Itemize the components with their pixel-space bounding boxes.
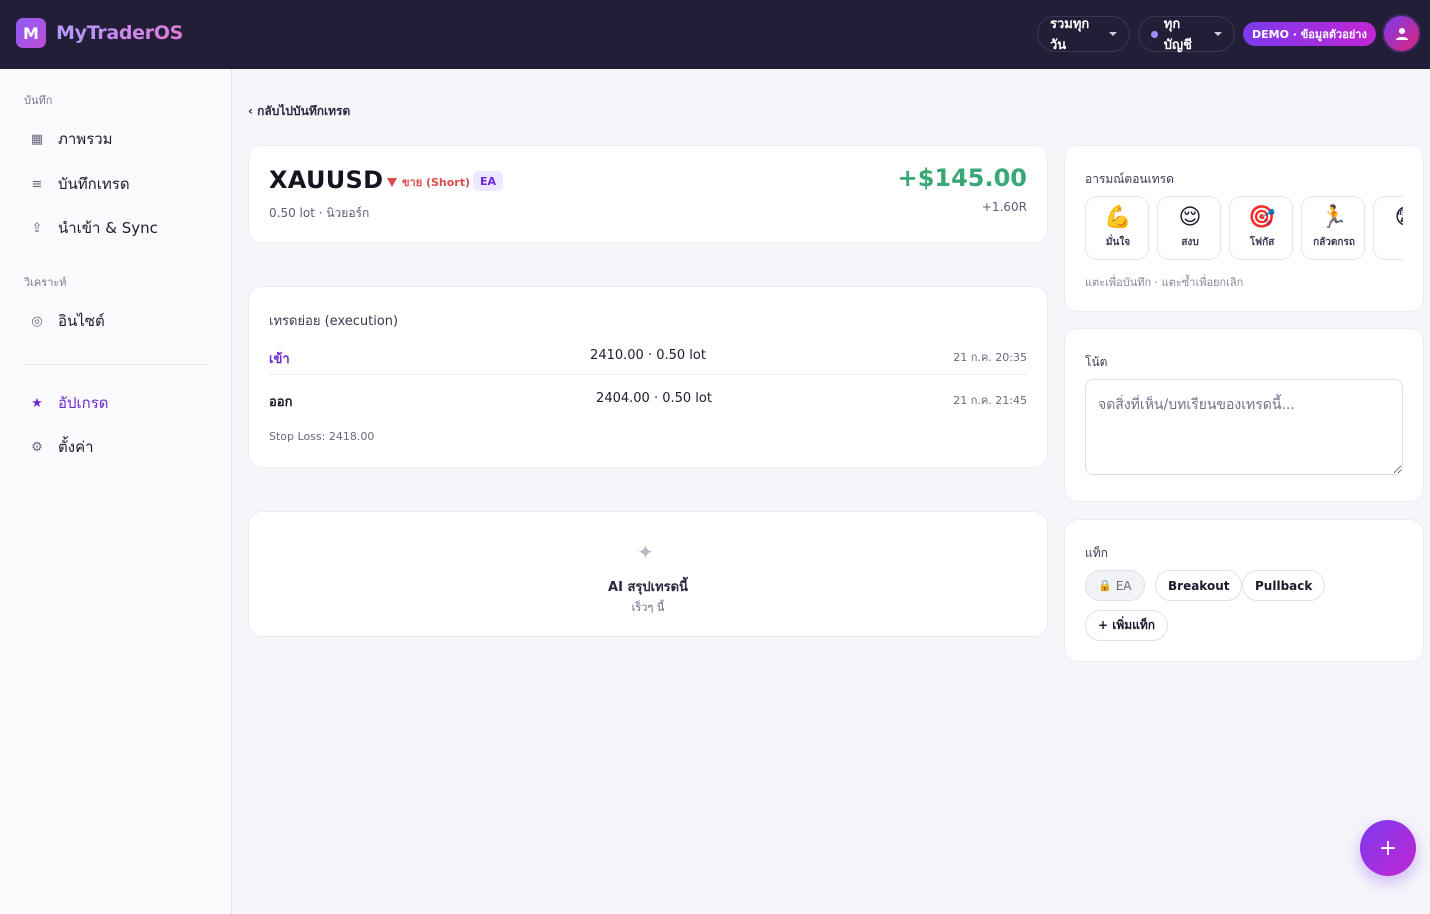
direction-badge: ขาย (Short) (387, 173, 470, 191)
add-trade-fab[interactable]: + (1360, 820, 1416, 876)
trade-meta: 0.50 lot · นิวยอร์ก (269, 206, 370, 220)
back-to-journal-link[interactable]: ‹ กลับไปบันทึกเทรด (248, 102, 350, 121)
direction-label: ขาย (Short) (402, 176, 471, 189)
add-tag-label: + เพิ่มแท็ก (1098, 618, 1156, 632)
down-triangle-icon (387, 177, 397, 187)
account-select-label: ทุกบัญชี (1163, 17, 1192, 53)
list-icon: ≡ (31, 176, 43, 192)
target-icon: ◎ (31, 313, 43, 329)
sparkle-icon: ✦ (637, 540, 654, 564)
emotion-option-focus[interactable]: 🎯 โฟกัส (1229, 196, 1293, 260)
ai-summary-subtitle: เร็วๆ นี้ (631, 601, 665, 614)
logo[interactable]: M MyTraderOS (16, 18, 183, 48)
emotion-label: กลัวตกรถ (1313, 237, 1355, 248)
note-textarea[interactable] (1085, 379, 1403, 475)
emotion-card: อารมณ์ตอนเทรด 💪 มั่นใจ 😌 สงบ 🎯 โฟกัส 🏃 ก… (1064, 145, 1424, 312)
sidebar-item-trade-journal[interactable]: ≡ บันทึกเทรด (24, 166, 208, 202)
sidebar-item-import-sync[interactable]: ⇪ นำเข้า & Sync (24, 210, 208, 246)
executions-title: เทรดย่อย (execution) (269, 314, 399, 329)
execution-detail: 2404.00 · 0.50 lot (596, 391, 712, 406)
emotion-label: ก (1374, 235, 1404, 250)
add-tag-button[interactable]: + เพิ่มแท็ก (1085, 610, 1169, 641)
note-card: โน้ต (1064, 328, 1424, 502)
emotion-option-confident[interactable]: 💪 มั่นใจ (1085, 196, 1149, 260)
r-multiple: +1.60R (981, 200, 1027, 214)
account-select[interactable]: ทุกบัญชี (1138, 16, 1235, 53)
tag-pullback[interactable]: Pullback (1242, 570, 1326, 601)
trade-header-card: XAUUSD ขาย (Short) EA 0.50 lot · นิวยอร์… (248, 145, 1048, 243)
gear-icon: ⚙ (31, 439, 43, 455)
demo-badge: DEMO · ข้อมูลตัวอย่าง (1243, 22, 1376, 46)
period-select[interactable]: รวมทุกวัน (1037, 16, 1130, 53)
ai-summary-title: AI สรุปเทรดนี้ (608, 580, 688, 595)
execution-divider (269, 374, 1027, 375)
sidebar-item-upgrade[interactable]: ★ อัปเกรด (24, 385, 208, 421)
trade-pnl: +$145.00 (897, 164, 1027, 192)
execution-row-exit: ออก 2404.00 · 0.50 lot 21 ก.ค. 21:45 (269, 391, 1027, 411)
relieved-face-icon: 😌 (1178, 205, 1202, 230)
tag-label: Pullback (1255, 578, 1313, 593)
running-person-icon: 🏃 (1320, 205, 1348, 230)
sidebar-section-journal: บันทึก (24, 94, 53, 107)
upload-icon: ⇪ (31, 220, 43, 236)
sidebar-item-label: ภาพรวม (58, 130, 113, 148)
tags-title: แท็ก (1085, 546, 1108, 560)
sidebar: บันทึก ▦ ภาพรวม ≡ บันทึกเทรด ⇪ นำเข้า & … (0, 69, 232, 914)
sidebar-item-insights[interactable]: ◎ อินไซต์ (24, 303, 208, 339)
emotion-label: สงบ (1181, 237, 1199, 248)
execution-detail: 2410.00 · 0.50 lot (590, 348, 706, 363)
note-title: โน้ต (1085, 355, 1108, 369)
star-icon: ★ (31, 395, 43, 411)
app-name: MyTraderOS (56, 22, 184, 44)
fearful-face-icon: 😨 (1374, 205, 1403, 230)
lock-icon: 🔒 (1098, 579, 1112, 592)
executions-card: เทรดย่อย (execution) เข้า 2410.00 · 0.50… (248, 286, 1048, 468)
execution-time: 21 ก.ค. 21:45 (953, 394, 1027, 407)
account-dot-icon (1151, 30, 1158, 38)
user-icon (1395, 27, 1408, 40)
sidebar-item-overview[interactable]: ▦ ภาพรวม (24, 121, 208, 157)
emotion-title: อารมณ์ตอนเทรด (1085, 172, 1174, 186)
tag-label: EA (1115, 578, 1132, 593)
sidebar-divider (24, 364, 208, 365)
avatar[interactable] (1382, 14, 1421, 53)
emotion-option-calm[interactable]: 😌 สงบ (1157, 196, 1221, 260)
tag-breakout[interactable]: Breakout (1155, 570, 1243, 601)
grid-icon: ▦ (30, 131, 44, 147)
sidebar-item-label: อินไซต์ (58, 312, 105, 330)
logo-mark: M (16, 18, 46, 48)
flexed-biceps-icon: 💪 (1104, 205, 1132, 230)
source-chip: EA (473, 171, 504, 191)
chevron-down-icon (1109, 32, 1117, 36)
tag-ea: 🔒 EA (1085, 570, 1145, 601)
sidebar-item-label: นำเข้า & Sync (58, 219, 158, 237)
emotion-option-fomo[interactable]: 🏃 กลัวตกรถ (1301, 196, 1365, 260)
sidebar-item-label: ตั้งค่า (58, 438, 94, 456)
emotion-option-fear[interactable]: 😨 ก (1373, 196, 1403, 260)
sidebar-item-settings[interactable]: ⚙ ตั้งค่า (24, 429, 208, 465)
ai-summary-card: ✦ AI สรุปเทรดนี้ เร็วๆ นี้ (248, 511, 1048, 637)
emotion-options: 💪 มั่นใจ 😌 สงบ 🎯 โฟกัส 🏃 กลัวตกรถ 😨 ก (1085, 196, 1403, 260)
chevron-down-icon (1214, 32, 1222, 36)
period-select-label: รวมทุกวัน (1050, 17, 1090, 53)
emotion-hint: แตะเพื่อบันทึก · แตะซ้ำเพื่อยกเลิก (1085, 276, 1244, 289)
emotion-label: มั่นใจ (1105, 237, 1131, 248)
emotion-label: โฟกัส (1249, 237, 1275, 248)
sidebar-item-label: บันทึกเทรด (58, 175, 130, 193)
target-icon: 🎯 (1248, 205, 1276, 230)
tag-label: Breakout (1168, 578, 1230, 593)
execution-time: 21 ก.ค. 20:35 (953, 351, 1027, 364)
sidebar-item-label: อัปเกรด (58, 394, 109, 412)
trade-symbol: XAUUSD (269, 166, 384, 194)
sidebar-section-analysis: วิเคราะห์ (24, 276, 67, 289)
tags-card: แท็ก 🔒 EA Breakout Pullback + เพิ่มแท็ก (1064, 519, 1424, 662)
execution-row-entry: เข้า 2410.00 · 0.50 lot 21 ก.ค. 20:35 (269, 348, 1027, 368)
stop-loss: Stop Loss: 2418.00 (269, 430, 375, 443)
top-bar: M MyTraderOS รวมทุกวัน ทุกบัญชี DEMO · ข… (0, 0, 1430, 69)
